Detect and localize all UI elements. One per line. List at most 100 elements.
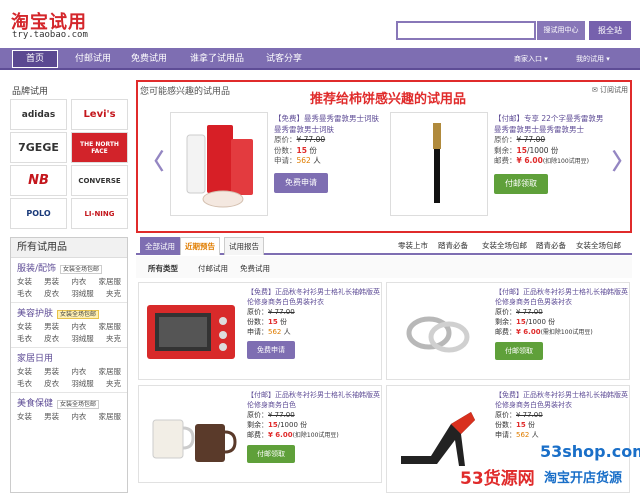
report-button[interactable]: 报全站 bbox=[589, 21, 631, 40]
paid-postage-button[interactable]: 付邮领取 bbox=[247, 445, 295, 463]
quick-link[interactable]: 踏青必备 bbox=[536, 240, 566, 251]
brand-adidas[interactable]: adidas bbox=[10, 99, 67, 130]
tab-reports[interactable]: 试用报告 bbox=[224, 237, 264, 255]
category-name[interactable]: 美食保健 bbox=[17, 399, 53, 409]
filter-all[interactable]: 所有类型 bbox=[148, 263, 178, 274]
paid-postage-button[interactable]: 付邮领取 bbox=[494, 173, 548, 194]
category-name[interactable]: 美容护肤 bbox=[17, 309, 53, 319]
watermark-slogan: 淘宝开店货源 bbox=[544, 471, 623, 486]
label: 原价： bbox=[247, 308, 268, 316]
brand-converse[interactable]: CONVERSE bbox=[71, 165, 128, 196]
brand-li-ning[interactable]: LI-NING bbox=[71, 198, 128, 229]
subcategory-link[interactable]: 内衣 bbox=[71, 366, 86, 378]
carousel-prev-icon[interactable]: 〈 bbox=[142, 144, 164, 176]
original-price: ¥ 77.00 bbox=[268, 411, 295, 419]
applicants: 562 bbox=[516, 431, 530, 439]
brand-levis[interactable]: Levi's bbox=[71, 99, 128, 130]
product-image[interactable] bbox=[390, 112, 488, 216]
remaining: 15 bbox=[516, 318, 526, 326]
category-name[interactable]: 家居日用 bbox=[17, 354, 53, 364]
free-apply-button[interactable]: 免费申请 bbox=[274, 172, 328, 193]
subcategory-link[interactable]: 男装 bbox=[44, 276, 59, 288]
product-image[interactable] bbox=[391, 291, 487, 373]
subscribe-link[interactable]: ✉ 订阅试用 bbox=[592, 85, 628, 95]
nav-share[interactable]: 试客分享 bbox=[262, 48, 306, 70]
product-image[interactable] bbox=[143, 394, 239, 476]
subcategory-link[interactable]: 家居服 bbox=[98, 321, 121, 333]
site-url: try.taobao.com bbox=[12, 30, 88, 40]
subcategory-link[interactable]: 羽绒服 bbox=[71, 333, 94, 345]
cosmetics-image bbox=[186, 125, 253, 208]
label: 申请： bbox=[495, 431, 516, 439]
subcategory-link[interactable]: 皮衣 bbox=[44, 333, 59, 345]
subcategory-link[interactable]: 内衣 bbox=[71, 276, 86, 288]
subcategory-link[interactable]: 羽绒服 bbox=[71, 378, 94, 390]
filter-paid[interactable]: 付邮试用 bbox=[198, 263, 228, 274]
search-button[interactable]: 搜试用中心 bbox=[537, 21, 585, 40]
subcategory-link[interactable]: 皮衣 bbox=[44, 378, 59, 390]
subcategory-link[interactable]: 男装 bbox=[44, 366, 59, 378]
free-apply-button[interactable]: 免费申请 bbox=[247, 341, 295, 359]
subcategory-link[interactable]: 毛衣 bbox=[17, 333, 32, 345]
category-name[interactable]: 服装/配饰 bbox=[17, 264, 56, 274]
category-tag[interactable]: 女装全场包邮 bbox=[57, 310, 100, 319]
subcategory-link[interactable]: 内衣 bbox=[71, 321, 86, 333]
my-trial-dropdown[interactable]: 我的试用 ▾ bbox=[576, 51, 610, 67]
unit: /1000 份 bbox=[525, 318, 556, 326]
list-tabs: 全部试用 近期预告 试用报告 零装上市 踏青必备 女装全场包邮 踏青必备 女装全… bbox=[136, 237, 632, 255]
subcategory-link[interactable]: 毛衣 bbox=[17, 288, 32, 300]
brand-7gege[interactable]: 7GEGE bbox=[10, 132, 67, 163]
product-title[interactable]: 【付邮】正品秋冬衬衫男士格礼长袖韩版英伦修身商务白色男装衬衣 bbox=[495, 287, 633, 307]
filter-free[interactable]: 免费试用 bbox=[240, 263, 270, 274]
label: 原价： bbox=[247, 411, 268, 419]
tab-upcoming[interactable]: 近期预告 bbox=[180, 237, 220, 255]
remaining: 15 bbox=[516, 145, 527, 155]
nav-home[interactable]: 首页 bbox=[12, 50, 58, 68]
quick-link[interactable]: 女装全场包邮 bbox=[482, 240, 527, 251]
subcategory-link[interactable]: 家居服 bbox=[98, 366, 121, 378]
subcategory-link[interactable]: 女装 bbox=[17, 411, 32, 423]
product-image[interactable] bbox=[143, 291, 239, 373]
subcategory-link[interactable]: 皮衣 bbox=[44, 288, 59, 300]
paid-postage-button[interactable]: 付邮领取 bbox=[495, 342, 543, 360]
category-tag[interactable]: 女装全场包邮 bbox=[57, 400, 100, 409]
quick-link[interactable]: 零装上市 bbox=[398, 240, 428, 251]
subcategory-link[interactable]: 毛衣 bbox=[17, 378, 32, 390]
nav-winners[interactable]: 谁拿了试用品 bbox=[182, 48, 252, 70]
carousel-next-icon[interactable]: 〉 bbox=[612, 144, 634, 176]
brand-polo[interactable]: POLO bbox=[10, 198, 67, 229]
subcategory-link[interactable]: 男装 bbox=[44, 411, 59, 423]
quick-link[interactable]: 女装全场包邮 bbox=[576, 240, 621, 251]
subcategory-link[interactable]: 夹克 bbox=[106, 288, 121, 300]
tab-all-trials[interactable]: 全部试用 bbox=[140, 237, 180, 255]
brand-new-balance[interactable]: NB bbox=[10, 165, 67, 196]
subcategory-link[interactable]: 家居服 bbox=[98, 276, 121, 288]
unit: 份 bbox=[306, 145, 317, 155]
nav-paid-trial[interactable]: 付邮试用 bbox=[70, 48, 116, 70]
nav-free-trial[interactable]: 免费试用 bbox=[126, 48, 172, 70]
subcategory-link[interactable]: 家居服 bbox=[98, 411, 121, 423]
subcategory-link[interactable]: 羽绒服 bbox=[71, 288, 94, 300]
brand-north-face[interactable]: THE NORTH FACE bbox=[71, 132, 128, 163]
subcategory-link[interactable]: 夹克 bbox=[106, 378, 121, 390]
subcategory-link[interactable]: 内衣 bbox=[71, 411, 86, 423]
brand-label: adidas bbox=[21, 109, 56, 120]
brands-title: 品牌试用 bbox=[12, 87, 49, 97]
quick-link[interactable]: 踏青必备 bbox=[438, 240, 468, 251]
product-title[interactable]: 【免费】正品秋冬衬衫男士格礼长袖韩版英伦修身商务白色男装衬衣 bbox=[247, 287, 385, 307]
label: 份数： bbox=[247, 318, 268, 326]
subcategory-link[interactable]: 女装 bbox=[17, 276, 32, 288]
subcategory-link[interactable]: 女装 bbox=[17, 366, 32, 378]
search-input[interactable] bbox=[396, 21, 536, 40]
subcategory-link[interactable]: 夹克 bbox=[106, 333, 121, 345]
category-tag[interactable]: 女装全场包邮 bbox=[60, 265, 103, 274]
product-title[interactable]: 【免费】曼秀曼秀雷敦男士词肤曼秀雷敦男士词肤 bbox=[274, 114, 384, 135]
recommend-card: 【付邮】专享 22个字曼秀雷敦男曼秀雷敦男士曼秀雷敦男士 原价：¥ 77.00 … bbox=[390, 112, 603, 226]
product-title[interactable]: 【付邮】正品秋冬衬衫男士格礼长袖韩版英伦修身商务白色 bbox=[247, 390, 385, 410]
product-title[interactable]: 【免费】正品秋冬衬衫男士格礼长袖韩版英伦修身商务白色男装衬衣 bbox=[495, 390, 633, 410]
product-image[interactable] bbox=[170, 112, 268, 216]
product-title[interactable]: 【付邮】专享 22个字曼秀雷敦男曼秀雷敦男士曼秀雷敦男士 bbox=[494, 114, 604, 135]
subcategory-link[interactable]: 男装 bbox=[44, 321, 59, 333]
subcategory-link[interactable]: 女装 bbox=[17, 321, 32, 333]
merchant-entry-dropdown[interactable]: 商家入口 ▾ bbox=[514, 51, 548, 67]
